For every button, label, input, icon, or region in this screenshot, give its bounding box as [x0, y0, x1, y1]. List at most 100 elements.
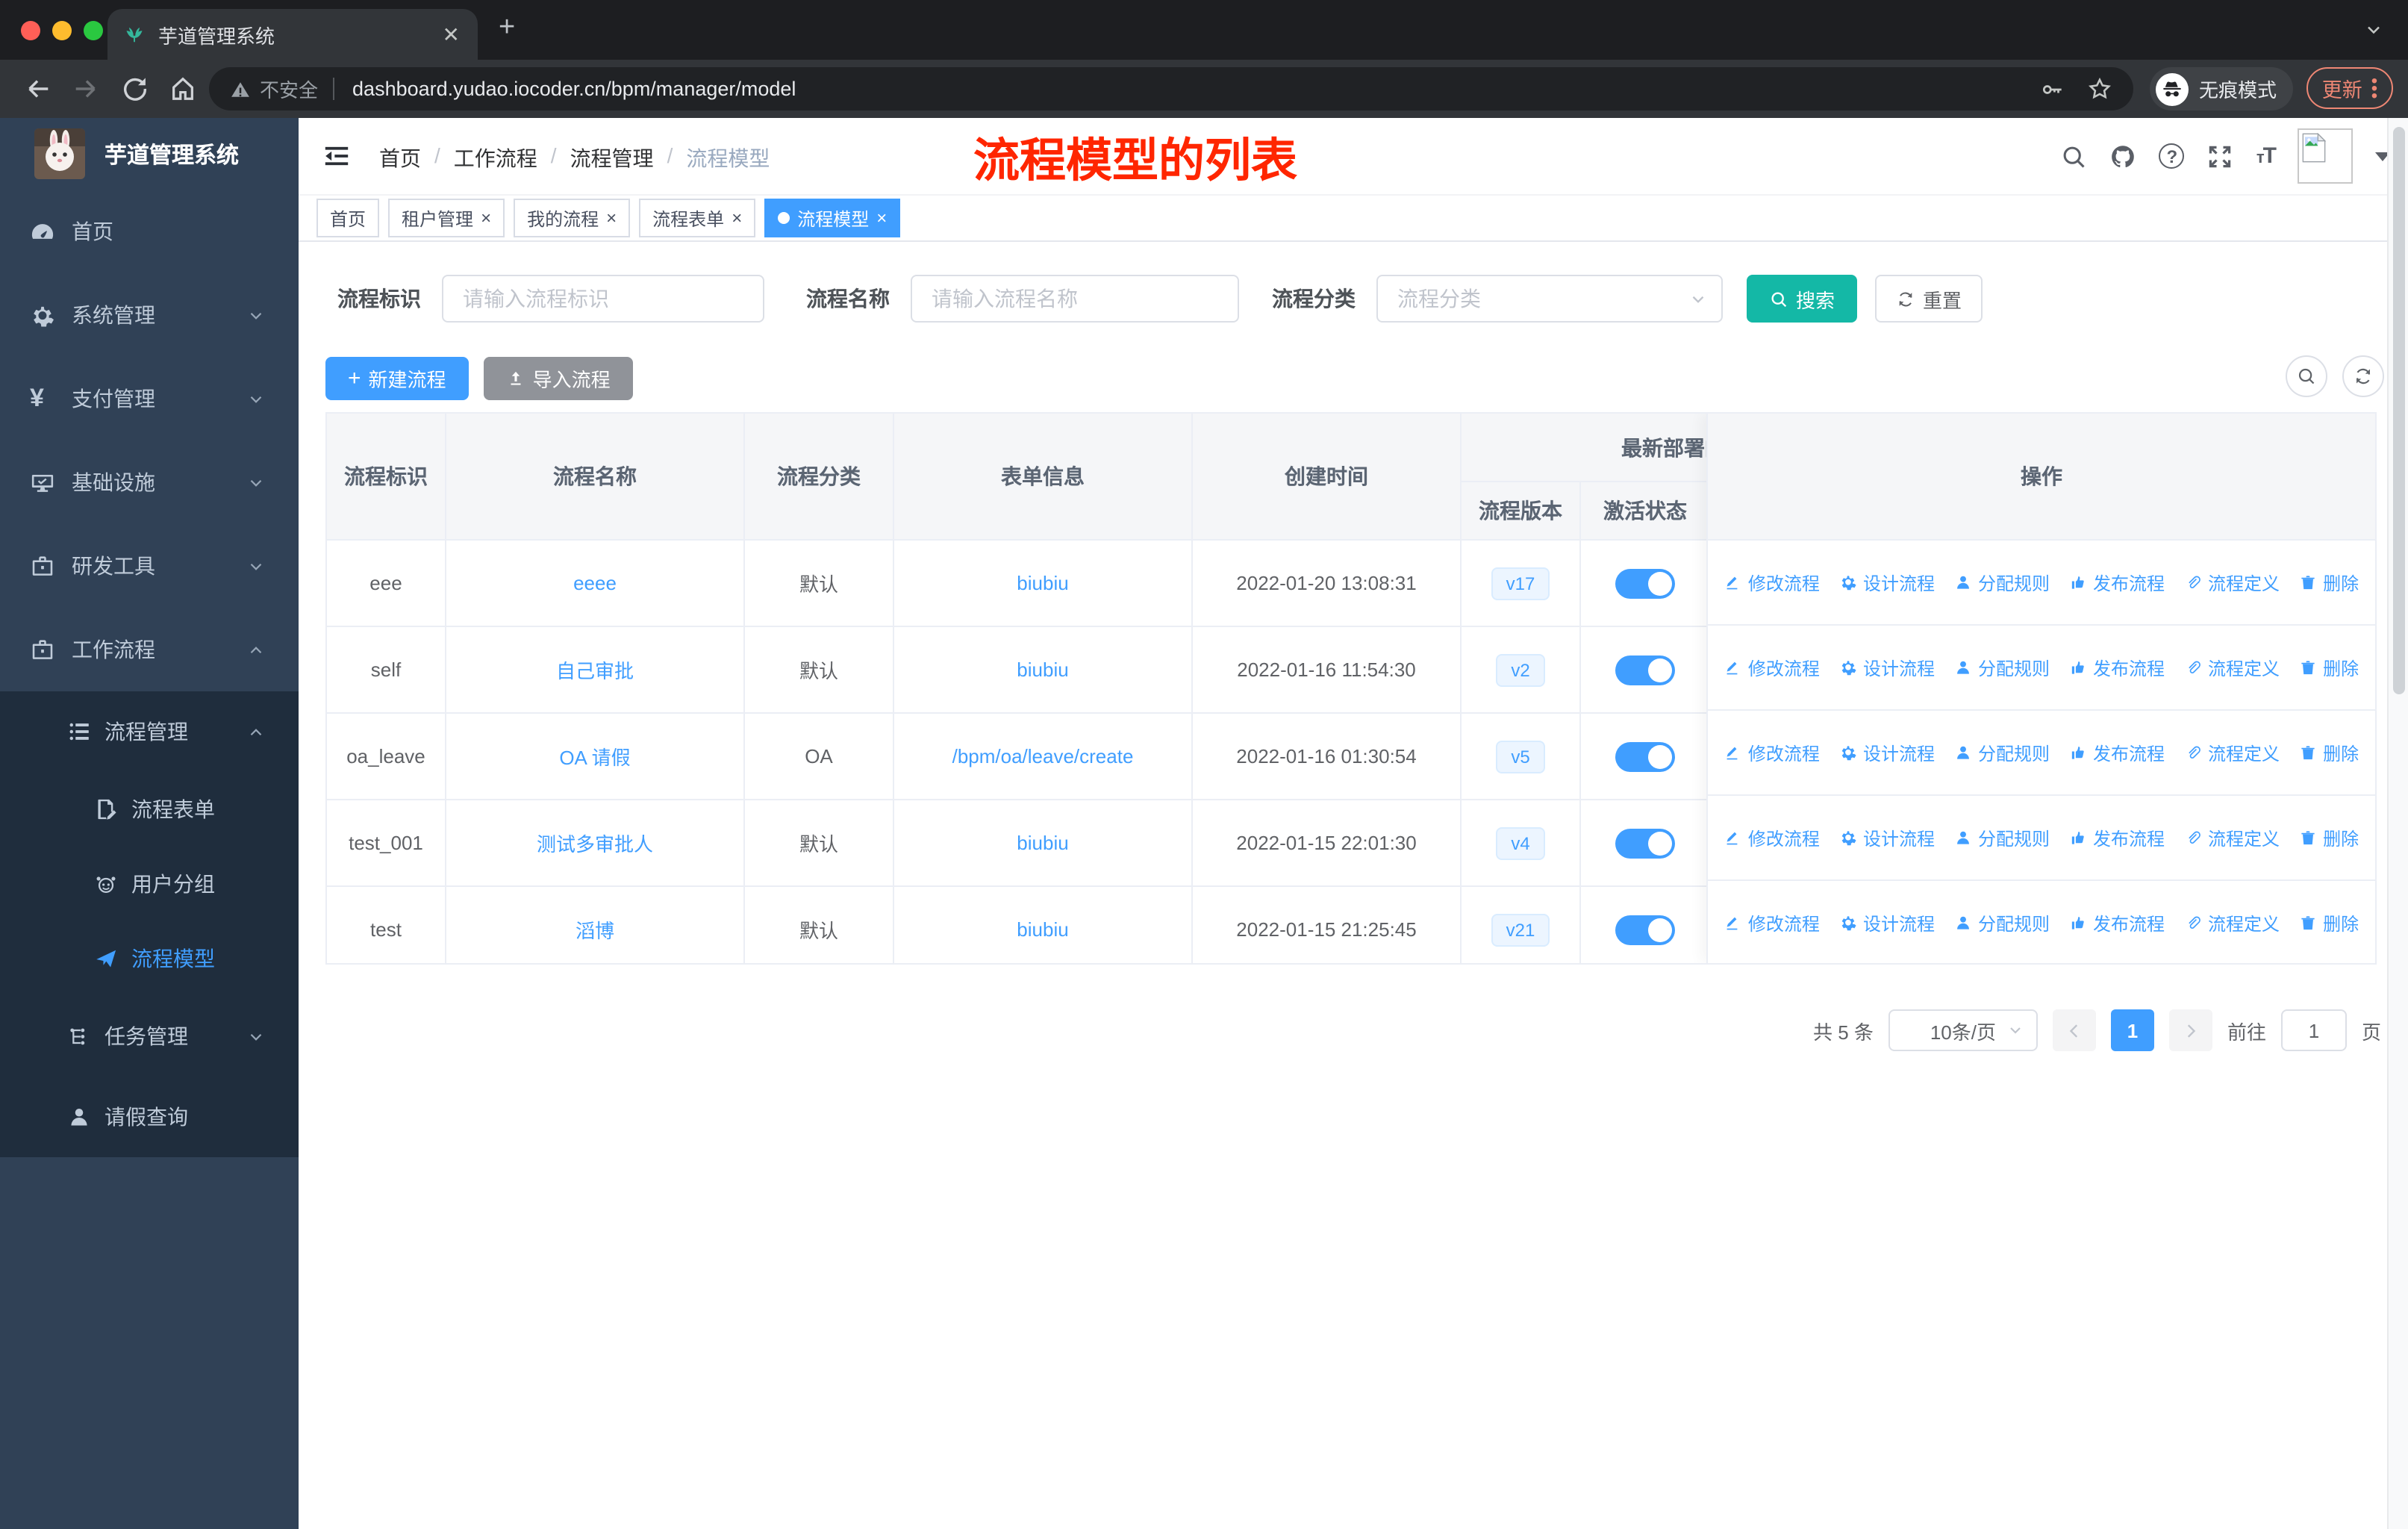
- action-gear-button[interactable]: 设计流程: [1839, 655, 1935, 680]
- search-button[interactable]: 搜索: [1747, 275, 1858, 323]
- filter-name-input[interactable]: [912, 287, 1238, 311]
- action-trash-button[interactable]: 删除: [2299, 740, 2359, 765]
- browser-tab[interactable]: 芋道管理系统 ✕: [107, 9, 478, 60]
- action-pen-button[interactable]: 修改流程: [1724, 825, 1820, 850]
- version-tag[interactable]: v17: [1491, 567, 1550, 600]
- action-thumb-button[interactable]: 发布流程: [2069, 825, 2165, 850]
- prev-page-button[interactable]: [2052, 1009, 2096, 1051]
- tab-3[interactable]: 我的流程 ×: [514, 199, 631, 237]
- cell-name-link[interactable]: 测试多审批人: [537, 829, 653, 857]
- create-process-button[interactable]: + 新建流程: [325, 357, 469, 400]
- breadcrumb-item-1[interactable]: 首页: [379, 143, 421, 173]
- refresh-table-icon[interactable]: [2342, 355, 2384, 397]
- sidebar-item-4[interactable]: 基础设施: [0, 440, 299, 524]
- active-toggle[interactable]: [1615, 828, 1675, 858]
- new-tab-button[interactable]: +: [499, 12, 515, 45]
- import-process-button[interactable]: 导入流程: [483, 357, 633, 400]
- action-gear-button[interactable]: 设计流程: [1839, 910, 1935, 935]
- reload-icon[interactable]: [121, 75, 149, 103]
- action-thumb-button[interactable]: 发布流程: [2069, 570, 2165, 595]
- active-toggle[interactable]: [1615, 655, 1675, 685]
- security-label[interactable]: 不安全: [260, 75, 318, 103]
- github-icon[interactable]: [2110, 143, 2137, 169]
- scrollbar-thumb[interactable]: [2393, 127, 2405, 694]
- action-trash-button[interactable]: 删除: [2299, 655, 2359, 680]
- action-pen-button[interactable]: 修改流程: [1724, 910, 1820, 935]
- active-toggle[interactable]: [1615, 568, 1675, 598]
- action-person-button[interactable]: 分配规则: [1954, 740, 2050, 765]
- version-tag[interactable]: v21: [1491, 913, 1550, 946]
- action-person-button[interactable]: 分配规则: [1954, 825, 2050, 850]
- cell-name-link[interactable]: eeee: [573, 572, 617, 594]
- close-window-button[interactable]: [21, 21, 40, 40]
- action-clip-button[interactable]: 流程定义: [2184, 570, 2280, 595]
- action-gear-button[interactable]: 设计流程: [1839, 825, 1935, 850]
- breadcrumb-item-3[interactable]: 流程管理: [570, 143, 654, 173]
- cell-form-link[interactable]: /bpm/oa/leave/create: [952, 745, 1134, 767]
- active-toggle[interactable]: [1615, 741, 1675, 771]
- action-gear-button[interactable]: 设计流程: [1839, 740, 1935, 765]
- fullscreen-icon[interactable]: [2207, 143, 2234, 169]
- action-thumb-button[interactable]: 发布流程: [2069, 910, 2165, 935]
- sidebar-item-1[interactable]: 首页: [0, 190, 299, 273]
- version-tag[interactable]: v2: [1496, 653, 1545, 686]
- cell-name-link[interactable]: 自己审批: [556, 655, 634, 684]
- tab-close-icon[interactable]: ×: [606, 208, 617, 228]
- help-icon[interactable]: ?: [2159, 143, 2185, 169]
- sidebar-item-9[interactable]: 用户分组: [0, 847, 299, 921]
- update-browser-button[interactable]: 更新 • • •: [2306, 67, 2393, 109]
- action-trash-button[interactable]: 删除: [2299, 825, 2359, 850]
- action-pen-button[interactable]: 修改流程: [1724, 740, 1820, 765]
- version-tag[interactable]: v5: [1496, 740, 1545, 773]
- goto-page-input[interactable]: 1: [2280, 1009, 2347, 1051]
- action-trash-button[interactable]: 删除: [2299, 910, 2359, 935]
- cell-form-link[interactable]: biubiu: [1017, 572, 1068, 594]
- sidebar-item-8[interactable]: 流程表单: [0, 772, 299, 847]
- sidebar-item-6[interactable]: 工作流程: [0, 608, 299, 691]
- search-icon[interactable]: [2061, 143, 2088, 169]
- font-size-icon[interactable]: тT: [2256, 143, 2277, 169]
- action-clip-button[interactable]: 流程定义: [2184, 655, 2280, 680]
- page-size-select[interactable]: 10条/页: [1888, 1009, 2038, 1051]
- action-thumb-button[interactable]: 发布流程: [2069, 740, 2165, 765]
- action-person-button[interactable]: 分配规则: [1954, 910, 2050, 935]
- page-url[interactable]: dashboard.yudao.iocoder.cn/bpm/manager/m…: [352, 78, 796, 100]
- sidebar-item-3[interactable]: ¥ 支付管理: [0, 357, 299, 440]
- back-icon[interactable]: [24, 75, 52, 103]
- active-toggle[interactable]: [1615, 915, 1675, 944]
- address-bar[interactable]: 不安全 dashboard.yudao.iocoder.cn/bpm/manag…: [209, 67, 2133, 110]
- action-person-button[interactable]: 分配规则: [1954, 655, 2050, 680]
- cell-form-link[interactable]: biubiu: [1017, 658, 1068, 681]
- version-tag[interactable]: v4: [1496, 826, 1545, 859]
- tab-close-icon[interactable]: ✕: [440, 22, 463, 47]
- home-icon[interactable]: [169, 75, 197, 103]
- action-person-button[interactable]: 分配规则: [1954, 570, 2050, 595]
- tab-close-icon[interactable]: ×: [481, 208, 491, 228]
- tab-close-icon[interactable]: ×: [732, 208, 742, 228]
- page-number-button[interactable]: 1: [2110, 1009, 2154, 1051]
- cell-form-link[interactable]: biubiu: [1017, 918, 1068, 941]
- password-key-icon[interactable]: [2041, 78, 2065, 102]
- browser-menu-icon[interactable]: • • •: [2371, 71, 2377, 104]
- filter-id-input[interactable]: [443, 287, 763, 311]
- sidebar-item-2[interactable]: 系统管理: [0, 273, 299, 357]
- user-avatar[interactable]: [2298, 128, 2353, 184]
- macos-window-controls[interactable]: [21, 21, 103, 40]
- bookmark-star-icon[interactable]: [2087, 76, 2112, 102]
- sidebar-item-5[interactable]: 研发工具: [0, 524, 299, 608]
- cell-form-link[interactable]: biubiu: [1017, 832, 1068, 854]
- breadcrumb-item-2[interactable]: 工作流程: [454, 143, 537, 173]
- tab-1[interactable]: 首页: [316, 199, 380, 237]
- sidebar-item-7[interactable]: 流程管理: [0, 691, 299, 772]
- action-thumb-button[interactable]: 发布流程: [2069, 655, 2165, 680]
- action-pen-button[interactable]: 修改流程: [1724, 655, 1820, 680]
- action-trash-button[interactable]: 删除: [2299, 570, 2359, 595]
- action-clip-button[interactable]: 流程定义: [2184, 740, 2280, 765]
- forward-icon[interactable]: [72, 75, 100, 103]
- sidebar-item-10[interactable]: 流程模型: [0, 921, 299, 996]
- cell-name-link[interactable]: 滔博: [576, 915, 614, 944]
- action-pen-button[interactable]: 修改流程: [1724, 570, 1820, 595]
- minimize-window-button[interactable]: [52, 21, 72, 40]
- sidebar-collapse-icon[interactable]: [322, 142, 351, 170]
- tab-list-chevron-icon[interactable]: [2363, 19, 2384, 40]
